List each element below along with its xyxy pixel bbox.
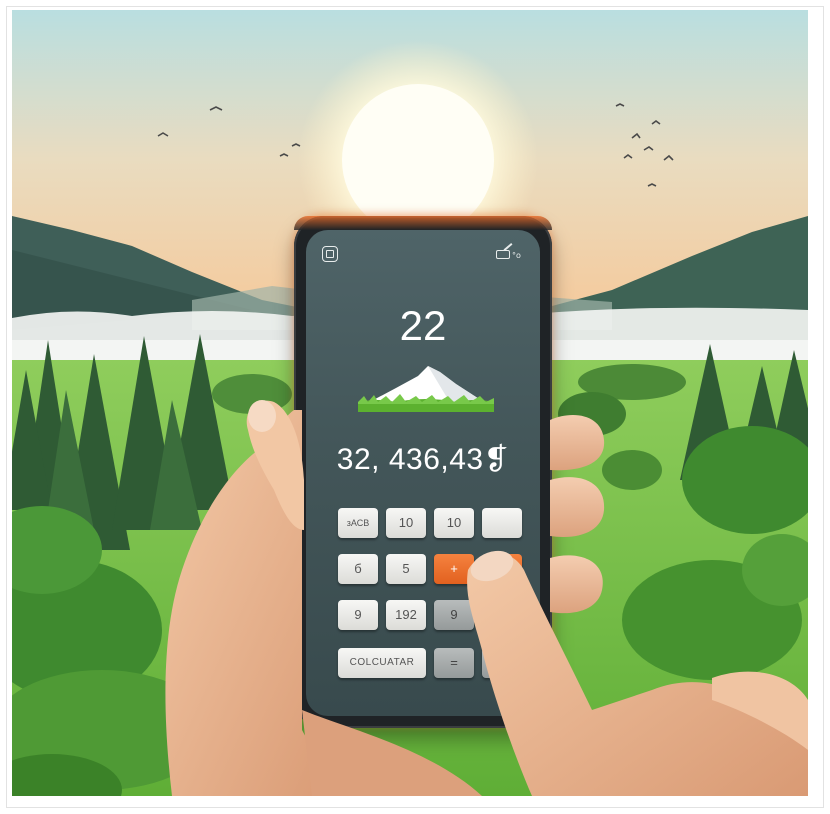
smartphone: °o 22 32, 436,43❡ зАСВ 10 10 б 5 + 9 192… xyxy=(294,216,552,728)
scene: °o 22 32, 436,43❡ зАСВ 10 10 б 5 + 9 192… xyxy=(12,10,808,796)
key-r2-c2[interactable]: 5 xyxy=(386,554,426,584)
sun xyxy=(342,84,494,236)
edit-icon-label: °o xyxy=(512,251,521,260)
key-equals[interactable]: = xyxy=(434,648,474,678)
calculator-screen: °o 22 32, 436,43❡ зАСВ 10 10 б 5 + 9 192… xyxy=(306,230,540,716)
key-r3-c4[interactable] xyxy=(482,600,522,630)
key-r2-c1[interactable]: б xyxy=(338,554,378,584)
key-r3-c1[interactable]: 9 xyxy=(338,600,378,630)
key-r4-c3[interactable]: 9 xyxy=(482,648,522,678)
edit-card-icon[interactable]: °o xyxy=(496,243,522,262)
app-square-icon[interactable] xyxy=(322,246,338,262)
key-r3-c2[interactable]: 192 xyxy=(386,600,426,630)
display-secondary: 22 xyxy=(399,302,447,349)
key-r1-c2[interactable]: 10 xyxy=(386,508,426,538)
keypad: зАСВ 10 10 б 5 + 9 192 9 COLCUATAR = 9 xyxy=(338,508,534,708)
calculator-button[interactable]: COLCUATAR xyxy=(338,648,426,678)
key-r1-c3[interactable]: 10 xyxy=(434,508,474,538)
display-primary: 32, 436,43❡ xyxy=(336,443,510,476)
key-r1-c1[interactable]: зАСВ xyxy=(338,508,378,538)
key-r2-c4[interactable] xyxy=(482,554,522,584)
key-plus[interactable]: + xyxy=(434,554,474,584)
key-r1-c4[interactable] xyxy=(482,508,522,538)
key-r3-c3[interactable]: 9 xyxy=(434,600,474,630)
mountain-icon xyxy=(358,366,494,412)
